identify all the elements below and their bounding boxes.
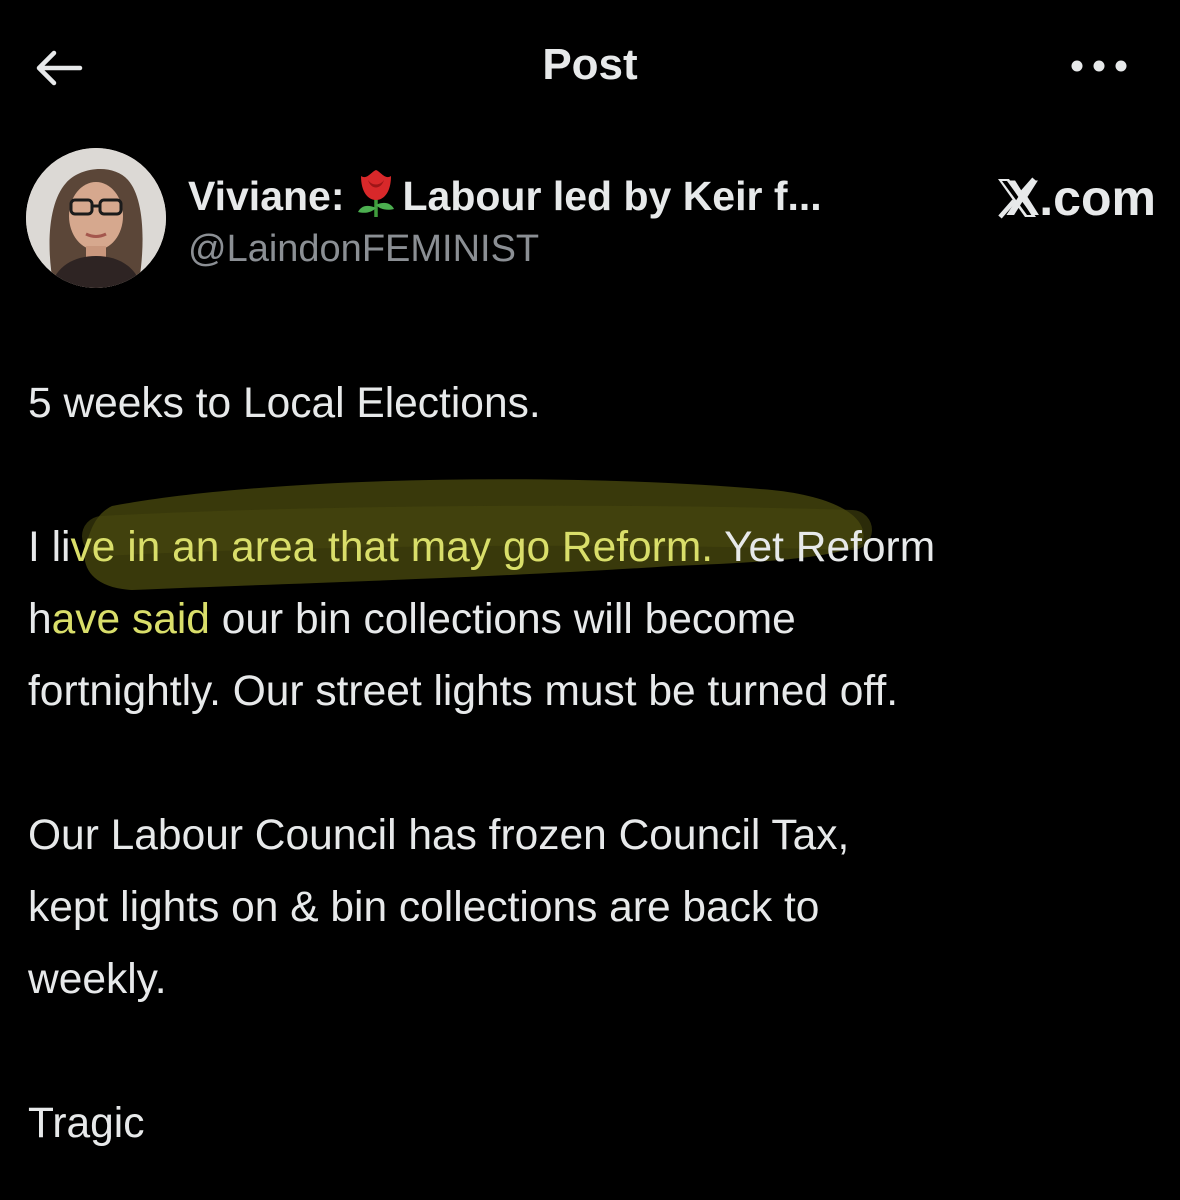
highlighted-text: ve in an area that may go Reform. [70, 524, 714, 571]
x-com-watermark: X.com [996, 168, 1156, 228]
post-paragraph-1: 5 weeks to Local Elections. [28, 380, 541, 427]
author-handle[interactable]: @LaindonFEMINIST [188, 228, 539, 271]
post-paragraph-2-line-3: fortnightly. Our street lights must be t… [28, 668, 899, 715]
top-bar: Post [0, 0, 1180, 130]
post-text: 5 weeks to Local Elections. I live in an… [28, 368, 1158, 1160]
post-paragraph-2-line-1: I live in an area that may go Reform. Ye… [28, 512, 1158, 584]
highlighted-text: ave said [51, 596, 210, 643]
post-text-run: our bin collections will become [209, 596, 796, 643]
rose-emoji-icon [357, 170, 394, 217]
more-options-button[interactable] [1064, 44, 1134, 88]
post-paragraph-3-line-1: Our Labour Council has frozen Council Ta… [28, 812, 850, 859]
post-paragraph-3-line-2: kept lights on & bin collections are bac… [28, 884, 820, 931]
avatar[interactable] [26, 148, 166, 288]
display-name[interactable]: Viviane: Labour led by Keir f... [188, 168, 822, 220]
display-name-prefix: Viviane: [188, 173, 345, 219]
display-name-suffix: Labour led by Keir f... [402, 173, 822, 219]
post-text-run: I li [28, 524, 71, 571]
x-com-label: X.com [1005, 170, 1156, 226]
post-author: Viviane: Labour led by Keir f... @Laindo… [26, 148, 1156, 288]
post-text-run: Yet Reform [713, 524, 936, 571]
more-horizontal-icon [1071, 60, 1127, 72]
post-paragraph-3-line-3: weekly. [28, 956, 167, 1003]
post-text-run: h [28, 596, 52, 643]
post-paragraph-2-line-2: have said our bin collections will becom… [28, 584, 1158, 656]
avatar-portrait [26, 148, 166, 288]
page-title: Post [542, 40, 638, 89]
post-paragraph-4: Tragic [28, 1100, 145, 1147]
